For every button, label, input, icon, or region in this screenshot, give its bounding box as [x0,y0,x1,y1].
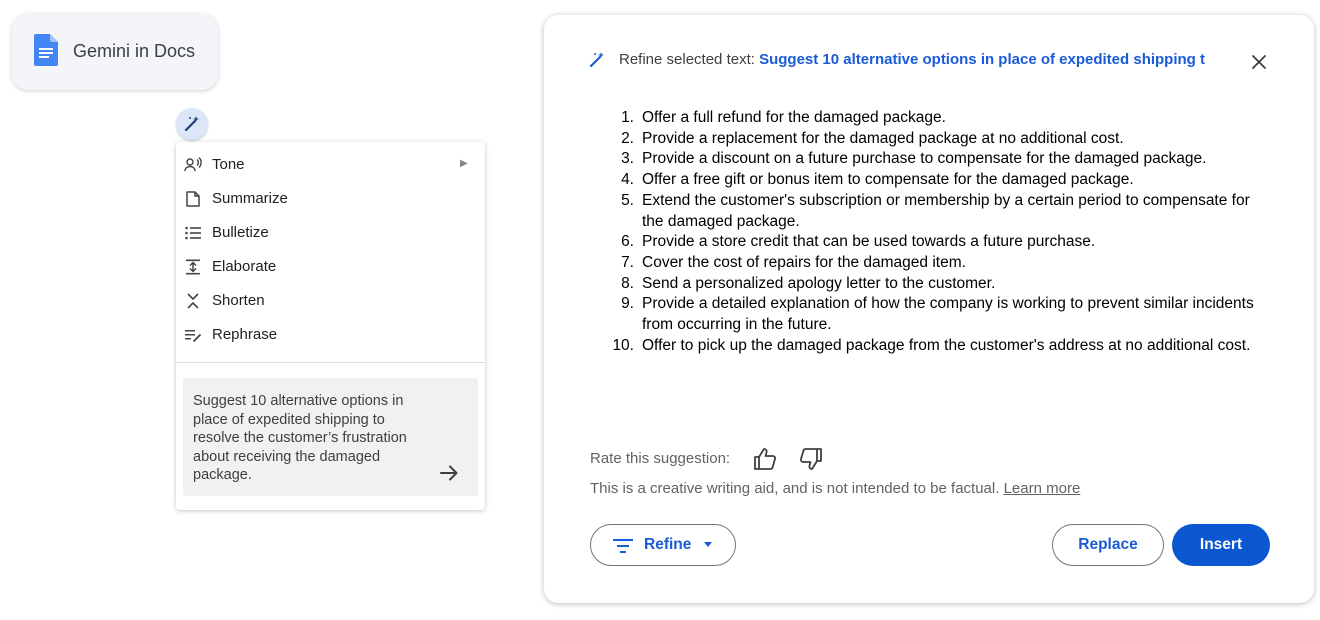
list-item: 7. Cover the cost of repairs for the dama… [604,253,1254,274]
menu-item-label: Tone [212,156,245,173]
thumbs-down-icon[interactable] [798,446,824,472]
disclaimer: This is a creative writing aid, and is n… [590,480,1080,497]
list-text: Provide a replacement for the damaged pa… [642,129,1124,147]
list-text: Provide a detailed explanation of how th… [642,295,1254,334]
list-text: Cover the cost of repairs for the damage… [642,253,966,271]
refine-panel: Refine selected text: Suggest 10 alterna… [544,15,1314,603]
caret-down-icon [704,542,712,547]
submenu-arrow-icon: ▶ [460,158,468,169]
insert-button[interactable]: Insert [1172,524,1270,566]
list-text: Offer a full refund for the damaged pack… [642,109,946,126]
list-number: 9. [621,295,634,313]
menu-item-label: Bulletize [212,224,269,241]
header-prefix: Refine selected text: [619,51,755,68]
disclaimer-text: This is a creative writing aid, and is n… [590,480,1000,497]
list-text: Offer a free gift or bonus item to compe… [642,171,1134,189]
prompt-input[interactable]: Suggest 10 alternative options in place … [183,378,478,496]
list-text: Extend the customer's subscription or me… [642,191,1250,230]
tone-icon [184,157,202,172]
elaborate-icon [186,259,200,275]
menu-item-label: Elaborate [212,258,277,275]
prompt-text: Suggest 10 alternative options in place … [193,393,407,483]
bulletize-icon [185,226,201,240]
list-text: Send a personalized apology letter to th… [642,274,996,292]
list-number: 3. [621,150,634,168]
thumbs-up-icon[interactable] [752,446,778,472]
replace-button[interactable]: Replace [1052,524,1164,566]
list-text: Provide a discount on a future purchase … [642,150,1207,168]
list-item: 10. Offer to pick up the damaged package … [604,336,1254,357]
list-text: Provide a store credit that can be used … [642,233,1096,251]
refine-label: Refine [644,536,692,553]
refine-menu: Tone ▶ Summarize Bulletize Elaborate Sho… [176,142,485,510]
list-item: 3. Provide a discount on a future purchas… [604,149,1254,170]
list-number: 7. [621,253,634,271]
menu-item-tone[interactable]: Tone ▶ [176,148,485,182]
list-text: Offer to pick up the damaged package fro… [642,336,1251,354]
menu-item-label: Summarize [212,190,288,207]
rate-label: Rate this suggestion: [590,450,731,467]
list-number: 4. [621,171,634,189]
menu-item-rephrase[interactable]: Rephrase [176,318,485,352]
list-item: 4. Offer a free gift or bonus item to com… [604,170,1254,191]
magic-wand-icon [589,52,604,68]
list-item: 6. Provide a store credit that can be use… [604,232,1254,253]
selected-text: Suggest 10 alternative options in place … [759,51,1205,68]
list-item: 8. Send a personalized apology letter to … [604,274,1254,295]
menu-divider [176,362,485,363]
panel-header: Refine selected text: Suggest 10 alterna… [619,51,1219,68]
suggestion-list: 1. Offer a full refund for the damaged pa… [604,108,1254,356]
learn-more-link[interactable]: Learn more [1004,480,1081,497]
menu-item-label: Shorten [212,292,265,309]
refine-dropdown-button[interactable]: Refine [590,524,736,566]
summarize-icon [186,191,200,207]
arrow-right-icon[interactable] [438,462,460,484]
rephrase-icon [185,330,201,342]
list-item: 2. Provide a replacement for the damaged … [604,129,1254,150]
menu-item-shorten[interactable]: Shorten [176,284,485,318]
shorten-icon [187,293,199,309]
list-number: 8. [621,274,634,292]
list-number: 6. [621,233,634,251]
list-number: 2. [621,129,634,147]
list-item: 9. Provide a detailed explanation of how … [604,294,1254,335]
list-number: 1. [621,109,634,126]
list-number: 5. [621,191,634,209]
magic-wand-icon [184,116,199,132]
list-number: 10. [612,336,634,354]
close-icon[interactable] [1250,53,1268,71]
list-item: 5. Extend the customer's subscription or … [604,191,1254,232]
menu-item-summarize[interactable]: Summarize [176,182,485,216]
help-me-write-button[interactable] [176,108,208,140]
menu-item-label: Rephrase [212,326,278,343]
google-docs-icon [34,34,58,66]
gemini-in-docs-chip: Gemini in Docs [12,14,218,90]
list-item: 1. Offer a full refund for the damaged pa… [604,108,1254,129]
filter-icon [613,539,633,553]
menu-item-elaborate[interactable]: Elaborate [176,250,485,284]
menu-item-bulletize[interactable]: Bulletize [176,216,485,250]
chip-label: Gemini in Docs [73,41,196,61]
